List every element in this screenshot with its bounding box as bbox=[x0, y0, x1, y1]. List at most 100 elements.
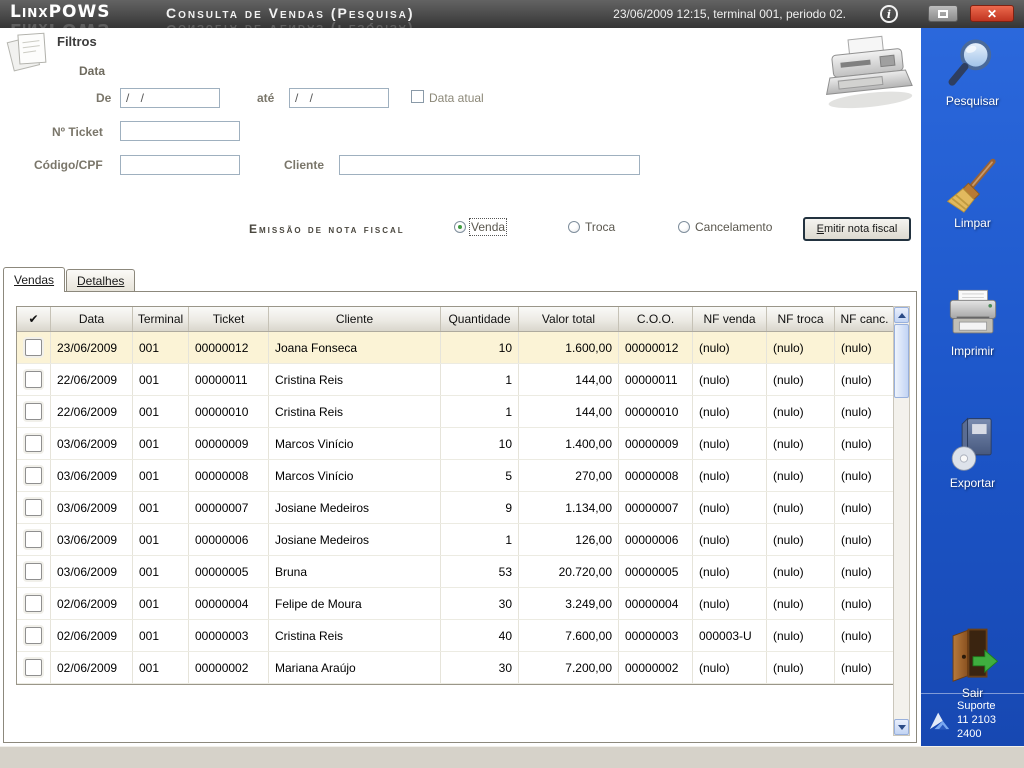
cell-data: 22/06/2009 bbox=[51, 396, 133, 427]
cell-coo: 00000010 bbox=[619, 396, 693, 427]
row-checkbox[interactable] bbox=[25, 563, 42, 580]
table-row[interactable]: 03/06/200900100000009Marcos Vinício101.4… bbox=[17, 428, 894, 460]
cell-nfv: (nulo) bbox=[693, 396, 767, 427]
scrollbar-thumb[interactable] bbox=[894, 324, 909, 398]
row-checkbox[interactable] bbox=[25, 435, 42, 452]
grid-body: 23/06/200900100000012Joana Fonseca101.60… bbox=[17, 332, 894, 684]
ticket-input[interactable] bbox=[120, 121, 240, 141]
printer-icon bbox=[944, 284, 1002, 342]
row-checkbox[interactable] bbox=[25, 339, 42, 356]
radio-venda[interactable]: Venda bbox=[454, 220, 505, 234]
cell-ticket: 00000008 bbox=[189, 460, 269, 491]
radio-troca[interactable]: Troca bbox=[568, 220, 615, 234]
column-header-valor[interactable]: Valor total bbox=[519, 307, 619, 331]
row-select-cell bbox=[17, 652, 51, 683]
main-content: Filtros Data De até Data atual Nº Ticket… bbox=[0, 28, 921, 746]
cell-cliente: Bruna bbox=[269, 556, 441, 587]
row-checkbox[interactable] bbox=[25, 467, 42, 484]
cell-nfv: (nulo) bbox=[693, 556, 767, 587]
tab-detalhes[interactable]: Detalhes bbox=[66, 269, 135, 292]
cell-nfv: (nulo) bbox=[693, 524, 767, 555]
emit-nota-fiscal-button[interactable]: Emitir nota fiscal bbox=[803, 217, 911, 241]
table-row[interactable]: 03/06/200900100000006Josiane Medeiros112… bbox=[17, 524, 894, 556]
table-row[interactable]: 03/06/200900100000008Marcos Vinício5270,… bbox=[17, 460, 894, 492]
date-to-input[interactable] bbox=[289, 88, 389, 108]
column-header-data[interactable]: Data bbox=[51, 307, 133, 331]
column-header-nfc[interactable]: NF canc. bbox=[835, 307, 894, 331]
cell-cliente: Josiane Medeiros bbox=[269, 492, 441, 523]
client-input[interactable] bbox=[339, 155, 640, 175]
radio-troca-circle[interactable] bbox=[568, 221, 580, 233]
table-row[interactable]: 23/06/200900100000012Joana Fonseca101.60… bbox=[17, 332, 894, 364]
cell-valor: 144,00 bbox=[519, 364, 619, 395]
row-checkbox[interactable] bbox=[25, 627, 42, 644]
table-row[interactable]: 03/06/200900100000005Bruna5320.720,00000… bbox=[17, 556, 894, 588]
cell-nfv: (nulo) bbox=[693, 364, 767, 395]
cell-ticket: 00000004 bbox=[189, 588, 269, 619]
row-checkbox[interactable] bbox=[25, 659, 42, 676]
close-button[interactable]: ✕ bbox=[970, 5, 1014, 22]
row-checkbox[interactable] bbox=[25, 531, 42, 548]
limpar-label: Limpar bbox=[954, 216, 991, 230]
cell-nft: (nulo) bbox=[767, 524, 835, 555]
table-row[interactable]: 02/06/200900100000004Felipe de Moura303.… bbox=[17, 588, 894, 620]
application-window: LinxPOWS LinxPOWS Consulta de Vendas (Pe… bbox=[0, 0, 1024, 768]
exportar-button[interactable]: Exportar bbox=[921, 414, 1024, 490]
cell-ticket: 00000005 bbox=[189, 556, 269, 587]
cell-terminal: 001 bbox=[133, 428, 189, 459]
minimize-button[interactable] bbox=[928, 5, 958, 22]
radio-venda-label: Venda bbox=[471, 220, 505, 234]
row-checkbox[interactable] bbox=[25, 371, 42, 388]
cell-terminal: 001 bbox=[133, 556, 189, 587]
table-row[interactable]: 22/06/200900100000010Cristina Reis1144,0… bbox=[17, 396, 894, 428]
cell-data: 02/06/2009 bbox=[51, 652, 133, 683]
app-logo: LinxPOWS LinxPOWS bbox=[10, 2, 111, 28]
cell-coo: 00000011 bbox=[619, 364, 693, 395]
column-header-ticket[interactable]: Ticket bbox=[189, 307, 269, 331]
scroll-up-button[interactable] bbox=[894, 307, 909, 323]
row-checkbox[interactable] bbox=[25, 499, 42, 516]
column-header-check[interactable]: ✔ bbox=[17, 307, 51, 331]
column-header-nfv[interactable]: NF venda bbox=[693, 307, 767, 331]
pesquisar-button[interactable]: Pesquisar bbox=[921, 34, 1024, 108]
cell-quantidade: 9 bbox=[441, 492, 519, 523]
sair-button[interactable]: Sair bbox=[921, 624, 1024, 700]
column-header-terminal[interactable]: Terminal bbox=[133, 307, 189, 331]
date-from-input[interactable] bbox=[120, 88, 220, 108]
tab-vendas[interactable]: Vendas bbox=[3, 267, 65, 292]
column-header-nft[interactable]: NF troca bbox=[767, 307, 835, 331]
cell-nfv: (nulo) bbox=[693, 492, 767, 523]
column-header-cliente[interactable]: Cliente bbox=[269, 307, 441, 331]
vertical-scrollbar[interactable] bbox=[893, 306, 910, 736]
row-checkbox[interactable] bbox=[25, 595, 42, 612]
limpar-button[interactable]: Limpar bbox=[921, 156, 1024, 230]
radio-venda-circle[interactable] bbox=[454, 221, 466, 233]
app-logo-reflection: LinxPOWS bbox=[10, 19, 111, 28]
radio-cancelamento[interactable]: Cancelamento bbox=[678, 220, 772, 234]
imprimir-button[interactable]: Imprimir bbox=[921, 284, 1024, 358]
code-cpf-input[interactable] bbox=[120, 155, 240, 175]
cell-valor: 1.134,00 bbox=[519, 492, 619, 523]
row-select-cell bbox=[17, 588, 51, 619]
info-button[interactable]: i bbox=[880, 5, 898, 23]
table-row[interactable]: 22/06/200900100000011Cristina Reis1144,0… bbox=[17, 364, 894, 396]
cell-nfc: (nulo) bbox=[835, 588, 894, 619]
column-header-quantidade[interactable]: Quantidade bbox=[441, 307, 519, 331]
cell-nfc: (nulo) bbox=[835, 332, 894, 363]
cell-data: 23/06/2009 bbox=[51, 332, 133, 363]
nota-fiscal-section-label: Emissão de nota fiscal bbox=[249, 222, 405, 236]
current-date-checkbox[interactable] bbox=[411, 90, 424, 103]
scroll-down-button[interactable] bbox=[894, 719, 909, 735]
row-checkbox[interactable] bbox=[25, 403, 42, 420]
cell-quantidade: 30 bbox=[441, 652, 519, 683]
table-row[interactable]: 03/06/200900100000007Josiane Medeiros91.… bbox=[17, 492, 894, 524]
broom-icon bbox=[944, 156, 1002, 214]
arrow-down-icon bbox=[898, 725, 906, 730]
column-header-coo[interactable]: C.O.O. bbox=[619, 307, 693, 331]
cell-nfv: (nulo) bbox=[693, 652, 767, 683]
table-row[interactable]: 02/06/200900100000002Mariana Araújo307.2… bbox=[17, 652, 894, 684]
sidebar: Pesquisar Limpar bbox=[921, 28, 1024, 746]
table-row[interactable]: 02/06/200900100000003Cristina Reis407.60… bbox=[17, 620, 894, 652]
cell-terminal: 001 bbox=[133, 332, 189, 363]
radio-cancelamento-circle[interactable] bbox=[678, 221, 690, 233]
